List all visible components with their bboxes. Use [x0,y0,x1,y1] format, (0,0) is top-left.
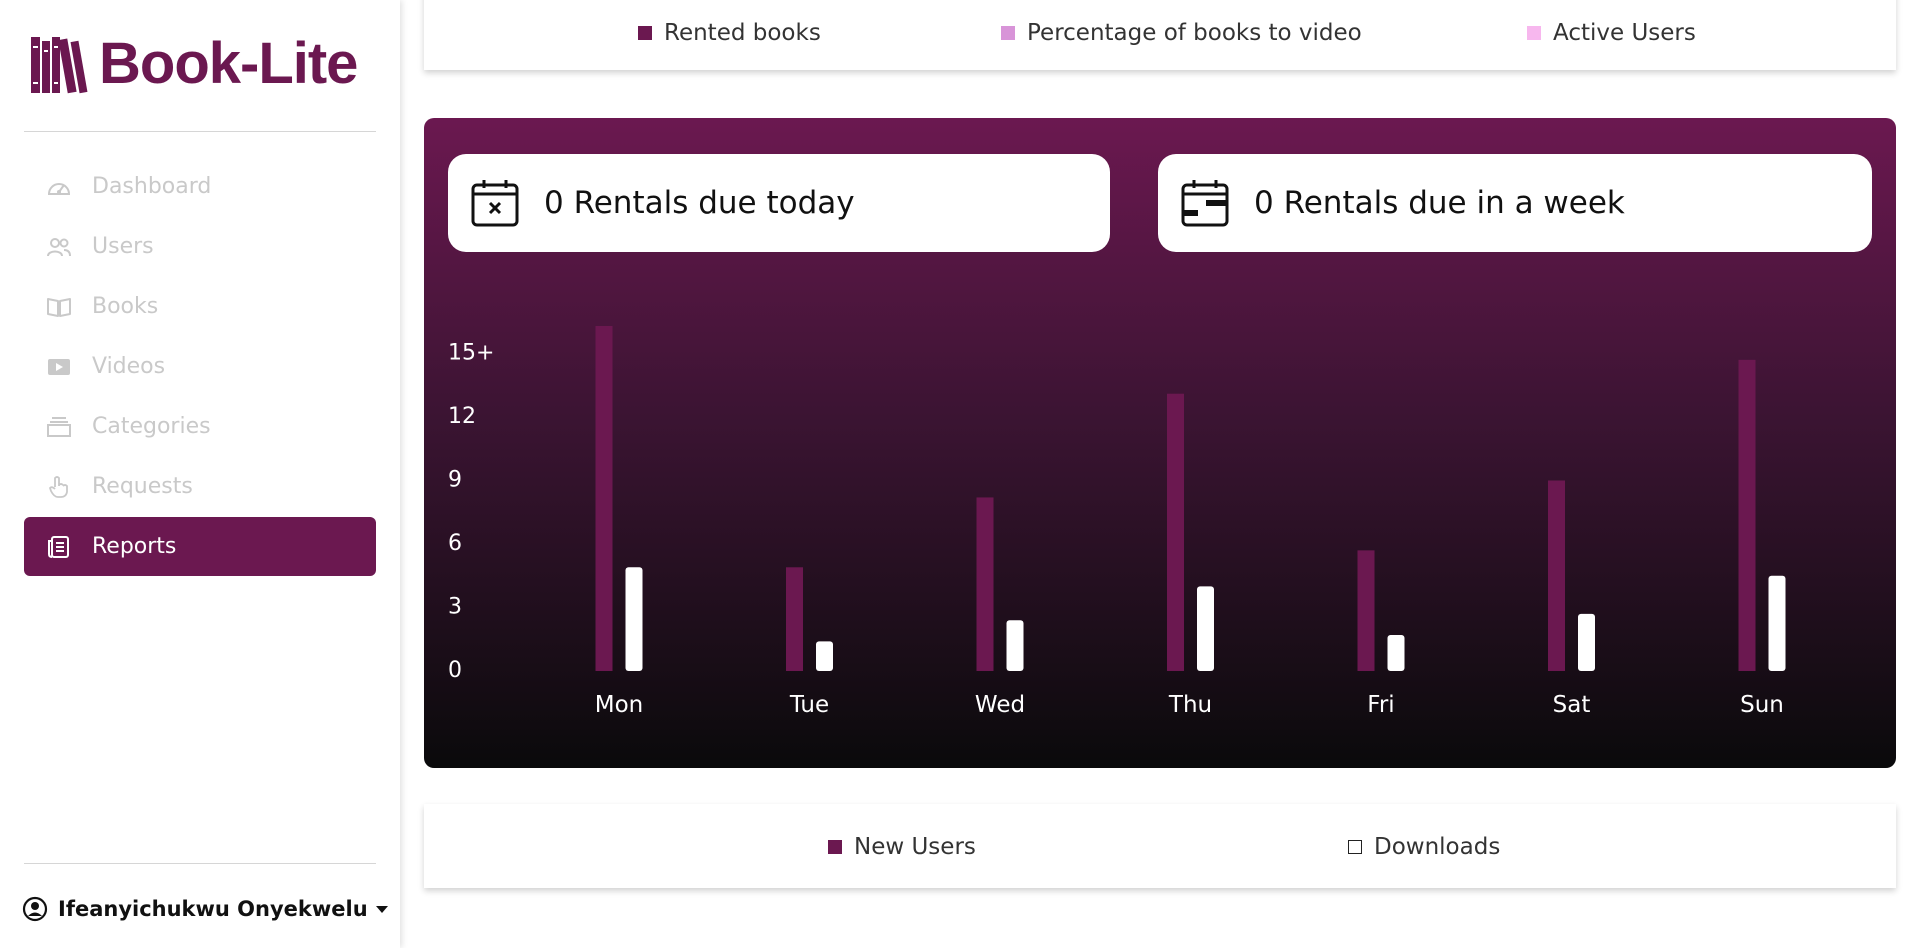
sidebar-item-label: Videos [92,354,166,379]
sidebar-item-dashboard[interactable]: Dashboard [24,157,376,216]
x-tick-label: Thu [1168,692,1212,718]
weekly-bar-chart: 0 3 6 9 12 15+ Mon Tue Wed Thu Fri Sat Sun [448,325,1786,718]
gauge-icon [46,175,72,199]
x-tick-label: Wed [975,692,1025,718]
x-tick-label: Fri [1367,692,1394,718]
sidebar-nav: Dashboard Users Books Videos Categories [24,157,376,577]
legend-swatch [638,26,652,40]
legend-label: New Users [854,834,976,860]
sidebar-item-label: Reports [92,534,177,559]
x-tick-label: Sat [1553,692,1591,718]
y-tick-label: 15+ [448,341,494,366]
bar-downloads[interactable] [816,641,833,671]
sidebar-item-label: Categories [92,414,211,439]
legend-label: Percentage of books to video [1027,20,1362,46]
stack-icon [46,415,72,439]
x-tick-label: Tue [789,692,829,718]
bar-new-users[interactable] [1548,480,1565,672]
bar-downloads[interactable] [1387,635,1405,671]
legend-item-percentage-books-video[interactable]: Percentage of books to video [1001,20,1362,46]
sidebar-item-users[interactable]: Users [24,217,376,276]
y-tick-label: 3 [448,595,462,620]
report-icon [46,535,72,559]
sidebar-item-label: Books [92,294,159,319]
bar-downloads[interactable] [625,567,643,671]
bar-new-users[interactable] [1167,393,1184,671]
y-tick-label: 12 [448,404,476,429]
brand-logo[interactable]: Book-Lite [29,31,358,96]
sidebar-item-label: Dashboard [92,174,212,199]
x-tick-label: Mon [595,692,644,718]
legend-item-rented-books[interactable]: Rented books [638,20,821,46]
bar-downloads[interactable] [1578,613,1595,671]
hand-pointer-icon [46,475,72,499]
sidebar-item-categories[interactable]: Categories [24,397,376,456]
brand-name: Book-Lite [99,31,358,96]
y-tick-label: 0 [448,658,462,683]
bar-new-users[interactable] [1738,359,1756,671]
bar-downloads[interactable] [1197,586,1214,671]
bar-new-users[interactable] [976,497,994,671]
sidebar-item-reports[interactable]: Reports [24,517,376,576]
sidebar-item-videos[interactable]: Videos [24,337,376,396]
legend-label: Rented books [664,20,821,46]
y-tick-label: 9 [448,468,462,493]
legend-swatch [1527,26,1541,40]
legend-item-new-users[interactable]: New Users [828,834,976,860]
books-logo-icon [31,37,88,94]
video-icon [46,355,72,379]
sidebar-divider-bottom [24,863,376,864]
x-tick-label: Sun [1740,692,1784,718]
caret-down-icon [375,905,388,913]
bar-new-users[interactable] [786,567,803,671]
sidebar-item-requests[interactable]: Requests [24,457,376,516]
top-legend-card: Rented books Percentage of books to vide… [424,0,1896,70]
legend-label: Downloads [1374,834,1501,860]
user-name: Ifeanyichukwu Onyekwelu [58,897,368,921]
sidebar-item-books[interactable]: Books [24,277,376,336]
legend-swatch [1001,26,1015,40]
bar-downloads[interactable] [1768,575,1786,671]
legend-item-downloads[interactable]: Downloads [1348,834,1500,860]
legend-label: Active Users [1553,20,1696,46]
bar-new-users[interactable] [1357,550,1375,671]
y-tick-label: 6 [448,531,462,556]
bar-new-users[interactable] [595,325,613,671]
user-menu[interactable]: Ifeanyichukwu Onyekwelu [22,893,388,925]
bar-downloads[interactable] [1006,620,1024,671]
legend-item-active-users[interactable]: Active Users [1527,20,1696,46]
users-icon [46,235,72,259]
user-circle-icon [22,896,48,922]
legend-swatch [1348,840,1362,854]
sidebar: Book-Lite Dashboard Users Books Videos C… [0,0,400,948]
sidebar-item-label: Users [92,234,154,259]
book-open-icon [46,295,72,319]
sidebar-divider-top [24,131,376,132]
bottom-legend-card: New Users Downloads [424,804,1896,888]
sidebar-item-label: Requests [92,474,193,499]
legend-swatch [828,840,842,854]
rentals-chart-panel: 0 Rentals due today 0 Rentals due in a w… [424,118,1896,768]
